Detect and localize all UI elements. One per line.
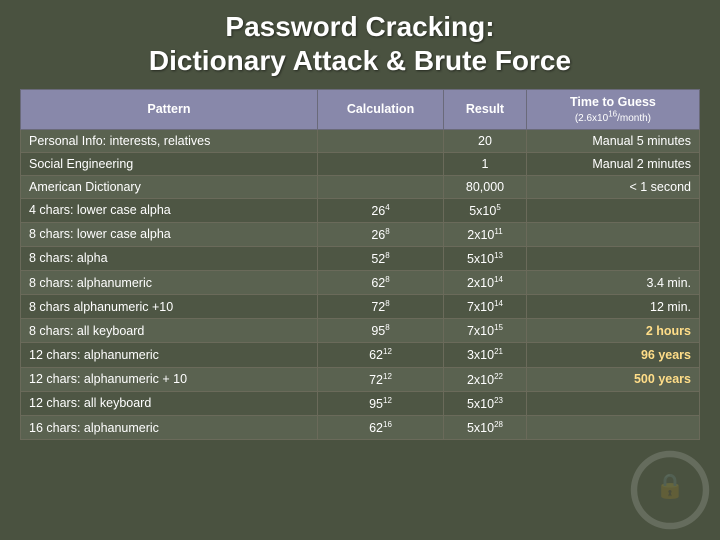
table-row: 12 chars: alphanumeric + 1072122x1022500… [21,367,700,391]
cell-time: 3.4 min. [526,270,699,294]
cell-result: 2x1014 [444,270,527,294]
cell-result: 2x1011 [444,222,527,246]
cell-result: 5x1023 [444,391,527,415]
password-table: Pattern Calculation Result Time to Guess… [20,89,700,440]
cell-pattern: 8 chars: alpha [21,246,318,270]
cell-pattern: 12 chars: alphanumeric [21,343,318,367]
table-container: Pattern Calculation Result Time to Guess… [20,89,700,440]
cell-calc: 268 [317,222,443,246]
cell-result: 5x1013 [444,246,527,270]
cell-pattern: 16 chars: alphanumeric [21,415,318,439]
cell-time [526,246,699,270]
cell-pattern: 8 chars: all keyboard [21,319,318,343]
table-row: 8 chars: all keyboard9587x10152 hours [21,319,700,343]
table-row: 16 chars: alphanumeric62165x1028 [21,415,700,439]
cell-time: Manual 2 minutes [526,152,699,175]
cell-calc: 728 [317,295,443,319]
cell-result: 80,000 [444,175,527,198]
page-title: Password Cracking: Dictionary Attack & B… [149,10,571,77]
cell-time: 96 years [526,343,699,367]
table-row: 8 chars: alpha5285x1013 [21,246,700,270]
cell-pattern: 12 chars: alphanumeric + 10 [21,367,318,391]
cell-time [526,222,699,246]
header-time: Time to Guess(2.6x1016/month) [526,90,699,129]
header-pattern: Pattern [21,90,318,129]
cell-calc [317,175,443,198]
cell-pattern: Personal Info: interests, relatives [21,129,318,152]
cell-calc: 9512 [317,391,443,415]
cell-result: 1 [444,152,527,175]
page: Password Cracking: Dictionary Attack & B… [0,0,720,540]
cell-calc: 7212 [317,367,443,391]
cell-time: 12 min. [526,295,699,319]
cell-result: 5x105 [444,198,527,222]
table-row: American Dictionary 80,000< 1 second [21,175,700,198]
table-row: Personal Info: interests, relatives 20Man… [21,129,700,152]
cell-pattern: 8 chars alphanumeric +10 [21,295,318,319]
cell-time: Manual 5 minutes [526,129,699,152]
table-row: 8 chars alphanumeric +107287x101412 min. [21,295,700,319]
cell-calc: 264 [317,198,443,222]
cell-result: 20 [444,129,527,152]
cell-pattern: 12 chars: all keyboard [21,391,318,415]
cell-time: 500 years [526,367,699,391]
cell-pattern: American Dictionary [21,175,318,198]
cell-calc: 6216 [317,415,443,439]
cell-result: 5x1028 [444,415,527,439]
cell-calc [317,152,443,175]
cell-result: 2x1022 [444,367,527,391]
header-result: Result [444,90,527,129]
cell-time: < 1 second [526,175,699,198]
table-row: 8 chars: lower case alpha2682x1011 [21,222,700,246]
cell-result: 7x1014 [444,295,527,319]
table-row: 12 chars: all keyboard95125x1023 [21,391,700,415]
cell-calc: 628 [317,270,443,294]
svg-text:🔒: 🔒 [655,473,685,500]
table-header-row: Pattern Calculation Result Time to Guess… [21,90,700,129]
cell-pattern: 8 chars: lower case alpha [21,222,318,246]
table-row: 4 chars: lower case alpha2645x105 [21,198,700,222]
cell-calc: 6212 [317,343,443,367]
header-calculation: Calculation [317,90,443,129]
cell-pattern: Social Engineering [21,152,318,175]
cell-calc: 528 [317,246,443,270]
cell-pattern: 8 chars: alphanumeric [21,270,318,294]
cell-result: 3x1021 [444,343,527,367]
cell-time [526,198,699,222]
cell-result: 7x1015 [444,319,527,343]
cell-time [526,415,699,439]
watermark-decoration: 🔒 [630,450,710,530]
table-row: Social Engineering 1Manual 2 minutes [21,152,700,175]
cell-calc: 958 [317,319,443,343]
cell-calc [317,129,443,152]
table-row: 8 chars: alphanumeric6282x10143.4 min. [21,270,700,294]
table-row: 12 chars: alphanumeric62123x102196 years [21,343,700,367]
cell-time: 2 hours [526,319,699,343]
cell-pattern: 4 chars: lower case alpha [21,198,318,222]
cell-time [526,391,699,415]
